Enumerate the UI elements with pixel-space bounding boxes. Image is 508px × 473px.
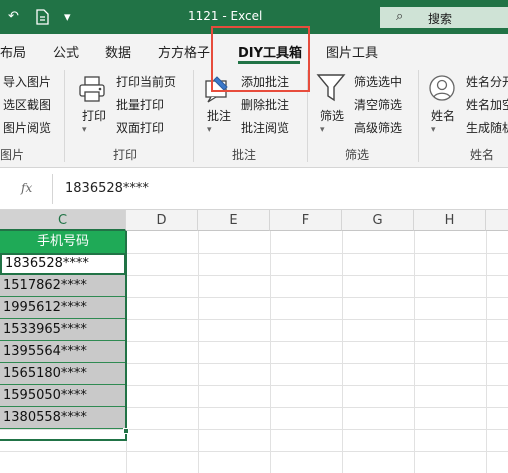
- column-header-h[interactable]: H: [414, 210, 486, 231]
- column-header-f[interactable]: F: [270, 210, 342, 231]
- comment-button-label[interactable]: 批注: [207, 107, 231, 124]
- printer-icon[interactable]: [77, 74, 107, 107]
- grid-line: [342, 231, 343, 473]
- name-button-label[interactable]: 姓名: [431, 107, 455, 124]
- tab-diy-toolbox[interactable]: DIY工具箱: [238, 42, 302, 61]
- comment-preview-button[interactable]: 批注阅览: [241, 119, 289, 136]
- grid-line: [414, 231, 415, 473]
- tab-layout[interactable]: 布局: [0, 42, 26, 61]
- column-header-next[interactable]: [486, 210, 508, 231]
- grid-line: [486, 231, 487, 473]
- group-label-comment: 批注: [232, 148, 257, 162]
- advanced-filter-button[interactable]: 高级筛选: [354, 119, 402, 136]
- ribbon-tabs: 布局 公式 数据 方方格子 DIY工具箱 图片工具: [0, 34, 508, 64]
- duplex-print-button[interactable]: 双面打印: [116, 119, 164, 136]
- group-separator: [193, 70, 194, 162]
- import-picture-button[interactable]: 导入图片: [3, 73, 51, 90]
- function-icon[interactable]: fx: [21, 181, 32, 195]
- group-separator: [307, 70, 308, 162]
- group-label-print: 打印: [113, 148, 138, 162]
- search-box[interactable]: ⌕ 搜索: [380, 7, 508, 28]
- filter-dropdown-icon[interactable]: ▾: [320, 125, 325, 135]
- grid-line: [198, 231, 199, 473]
- name-dropdown-icon[interactable]: ▾: [431, 125, 436, 135]
- name-add-space-button[interactable]: 姓名加空: [466, 96, 508, 113]
- table-cell[interactable]: 1595050****: [0, 385, 126, 407]
- table-cell-active[interactable]: 1836528****: [0, 253, 126, 275]
- search-label: 搜索: [428, 12, 453, 26]
- grid-line: [0, 429, 508, 430]
- tab-fangfang[interactable]: 方方格子: [158, 42, 210, 61]
- picture-preview-button[interactable]: 图片阅览: [3, 119, 51, 136]
- group-label-filter: 筛选: [345, 148, 370, 162]
- batch-print-button[interactable]: 批量打印: [116, 96, 164, 113]
- print-dropdown-icon[interactable]: ▾: [82, 125, 87, 135]
- filter-selected-button[interactable]: 筛选选中: [354, 73, 402, 90]
- search-icon: ⌕: [396, 9, 404, 24]
- undo-icon[interactable]: ↶: [8, 9, 19, 24]
- print-current-page-button[interactable]: 打印当前页: [116, 73, 176, 90]
- tab-formulas[interactable]: 公式: [53, 42, 79, 61]
- file-icon[interactable]: [35, 9, 49, 29]
- comment-dropdown-icon[interactable]: ▾: [207, 125, 212, 135]
- column-header-d[interactable]: D: [126, 210, 198, 231]
- print-button-label[interactable]: 打印: [82, 107, 106, 124]
- table-cell[interactable]: 1380558****: [0, 407, 126, 429]
- quick-access-dropdown-icon[interactable]: ▾: [64, 10, 71, 25]
- group-separator: [418, 70, 419, 162]
- generate-random-button[interactable]: 生成随机: [466, 119, 508, 136]
- formula-input[interactable]: 1836528****: [65, 181, 149, 196]
- delete-comment-button[interactable]: 删除批注: [241, 96, 289, 113]
- formula-bar: fx 1836528****: [0, 168, 508, 210]
- column-header-g[interactable]: G: [342, 210, 414, 231]
- group-separator: [64, 70, 65, 162]
- filter-button-label[interactable]: 筛选: [320, 107, 344, 124]
- grid-line: [126, 231, 127, 473]
- tab-picture-tools[interactable]: 图片工具: [326, 42, 378, 61]
- table-cell[interactable]: 1995612****: [0, 297, 126, 319]
- comment-icon[interactable]: [203, 74, 231, 107]
- fill-handle[interactable]: [123, 428, 129, 434]
- table-cell[interactable]: 1565180****: [0, 363, 126, 385]
- filter-icon[interactable]: [316, 72, 346, 107]
- header-cell[interactable]: 手机号码: [0, 231, 126, 253]
- column-header-e[interactable]: E: [198, 210, 270, 231]
- table-cell[interactable]: 1533965****: [0, 319, 126, 341]
- person-icon[interactable]: [428, 74, 456, 107]
- worksheet-grid[interactable]: C D E F G H 手机号码 1836528**** 1517862****…: [0, 210, 508, 473]
- table-cell[interactable]: 1517862****: [0, 275, 126, 297]
- window-title: 1121 - Excel: [188, 9, 263, 23]
- group-label-picture: 图片: [0, 148, 25, 162]
- formula-separator: [52, 174, 53, 204]
- table-cell[interactable]: 1395564****: [0, 341, 126, 363]
- region-screenshot-button[interactable]: 选区截图: [3, 96, 51, 113]
- ribbon: 导入图片 选区截图 图片阅览 图片 打印 ▾ 打印当前页 批量打印 双面打印 打…: [0, 64, 508, 168]
- add-comment-button[interactable]: 添加批注: [241, 73, 289, 90]
- grid-line: [270, 231, 271, 473]
- tab-data[interactable]: 数据: [105, 42, 131, 61]
- split-name-button[interactable]: 姓名分开: [466, 73, 508, 90]
- grid-line: [0, 451, 508, 452]
- clear-filter-button[interactable]: 清空筛选: [354, 96, 402, 113]
- group-label-name: 姓名: [470, 148, 495, 162]
- column-header-c[interactable]: C: [0, 210, 126, 231]
- title-bar: ↶ ▾ 1121 - Excel ⌕ 搜索: [0, 0, 508, 34]
